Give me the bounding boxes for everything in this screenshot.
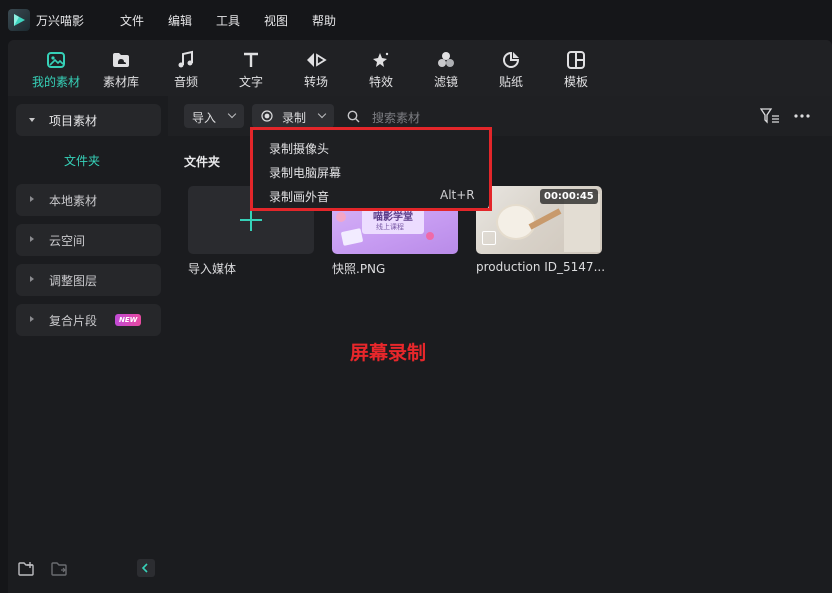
tab-label: 我的素材 [31, 75, 80, 89]
record-label: 录制 [282, 111, 307, 125]
tab-label: 特效 [368, 75, 393, 89]
tab-transition[interactable]: 转场 [286, 50, 346, 92]
thumbnail-cup [496, 204, 536, 240]
transition-arrows-icon [307, 53, 327, 67]
tab-text[interactable]: 文字 [221, 50, 281, 92]
chevron-right-icon [30, 196, 34, 202]
effects-star-icon [373, 52, 389, 67]
thumbnail-dot [426, 232, 434, 240]
tab-templates[interactable]: 模板 [546, 50, 606, 92]
search-icon [347, 110, 360, 123]
media-toolbar: 我的素材 素材库 音频 文字 转场 特效 滤镜 贴纸 模板 [8, 40, 832, 96]
new-folder-icon[interactable] [18, 561, 36, 577]
app-name: 万兴喵影 [36, 14, 85, 28]
template-grid-icon [567, 51, 585, 69]
annotation-text: 屏幕录制 [350, 342, 427, 364]
chevron-left-icon [141, 563, 148, 573]
thumbnail-dot [336, 212, 346, 222]
media-label-video: production ID_5147... [476, 260, 606, 274]
search-input[interactable]: 搜索素材 [372, 109, 420, 126]
menu-edit[interactable]: 编辑 [168, 12, 192, 29]
filter-icon[interactable] [760, 108, 780, 124]
import-label: 导入 [192, 111, 217, 125]
tab-label: 素材库 [102, 75, 139, 89]
sticker-icon [503, 51, 520, 68]
my-media-icon [47, 52, 65, 68]
sidebar-item-label: 本地素材 [49, 194, 98, 208]
import-dropdown[interactable]: 导入 [184, 104, 244, 128]
tab-stickers[interactable]: 贴纸 [481, 50, 541, 92]
media-label-png: 快照.PNG [332, 262, 386, 276]
tab-effects[interactable]: 特效 [351, 50, 411, 92]
sidebar-item-cloud[interactable]: 云空间 [16, 224, 161, 256]
tab-label: 模板 [563, 75, 588, 89]
sidebar-item-label: 云空间 [49, 234, 86, 248]
tab-label: 滤镜 [433, 75, 458, 89]
menu-help[interactable]: 帮助 [312, 12, 336, 29]
sidebar-item-local-media[interactable]: 本地素材 [16, 184, 161, 216]
folder-move-icon[interactable] [51, 561, 69, 577]
chevron-down-icon [317, 109, 327, 119]
more-options-icon[interactable] [793, 108, 811, 124]
menu-file[interactable]: 文件 [120, 12, 144, 29]
tab-label: 转场 [303, 75, 328, 89]
chevron-down-icon [29, 118, 35, 122]
tab-audio[interactable]: 音频 [156, 50, 216, 92]
chevron-down-icon [227, 109, 237, 119]
collapse-sidebar-button[interactable] [137, 559, 155, 577]
sidebar-item-adjustment-layer[interactable]: 调整图层 [16, 264, 161, 296]
tab-label: 文字 [238, 75, 263, 89]
plus-icon-vertical [250, 209, 252, 231]
record-icon [261, 110, 273, 122]
sidebar [8, 96, 168, 593]
title-bar: 万兴喵影 文件 编辑 工具 视图 帮助 [0, 0, 832, 40]
sidebar-item-label: 项目素材 [49, 114, 98, 128]
tab-label: 贴纸 [498, 75, 523, 89]
stock-library-icon [113, 53, 129, 67]
sidebar-item-folder[interactable]: 文件夹 [64, 152, 100, 169]
menu-view[interactable]: 视图 [264, 12, 288, 29]
filter-circles-icon [438, 52, 454, 67]
text-t-icon [244, 52, 258, 67]
app-logo-icon [8, 9, 30, 31]
video-film-icon [482, 231, 496, 245]
chevron-right-icon [30, 236, 34, 242]
sidebar-item-label: 调整图层 [49, 274, 98, 288]
tab-label: 音频 [173, 75, 198, 89]
tab-stock-library[interactable]: 素材库 [91, 50, 151, 92]
sidebar-item-compound-clip[interactable]: 复合片段 NEW [16, 304, 161, 336]
record-dropdown[interactable]: 录制 [252, 104, 334, 128]
music-note-icon [178, 50, 193, 68]
chevron-right-icon [30, 276, 34, 282]
video-duration: 00:00:45 [540, 189, 598, 204]
menu-tools[interactable]: 工具 [216, 12, 240, 29]
chevron-right-icon [30, 316, 34, 322]
import-media-label: 导入媒体 [188, 262, 237, 276]
sidebar-item-project-media[interactable]: 项目素材 [16, 104, 161, 136]
folder-section-title: 文件夹 [184, 155, 221, 169]
new-badge: NEW [115, 314, 142, 326]
tab-my-media[interactable]: 我的素材 [26, 50, 86, 92]
tab-filters[interactable]: 滤镜 [416, 50, 476, 92]
thumbnail-sub-text: 线上课程 [376, 223, 404, 231]
highlight-box [250, 127, 492, 211]
thumbnail-sticker [340, 228, 364, 246]
sidebar-item-label: 复合片段 [49, 314, 98, 328]
